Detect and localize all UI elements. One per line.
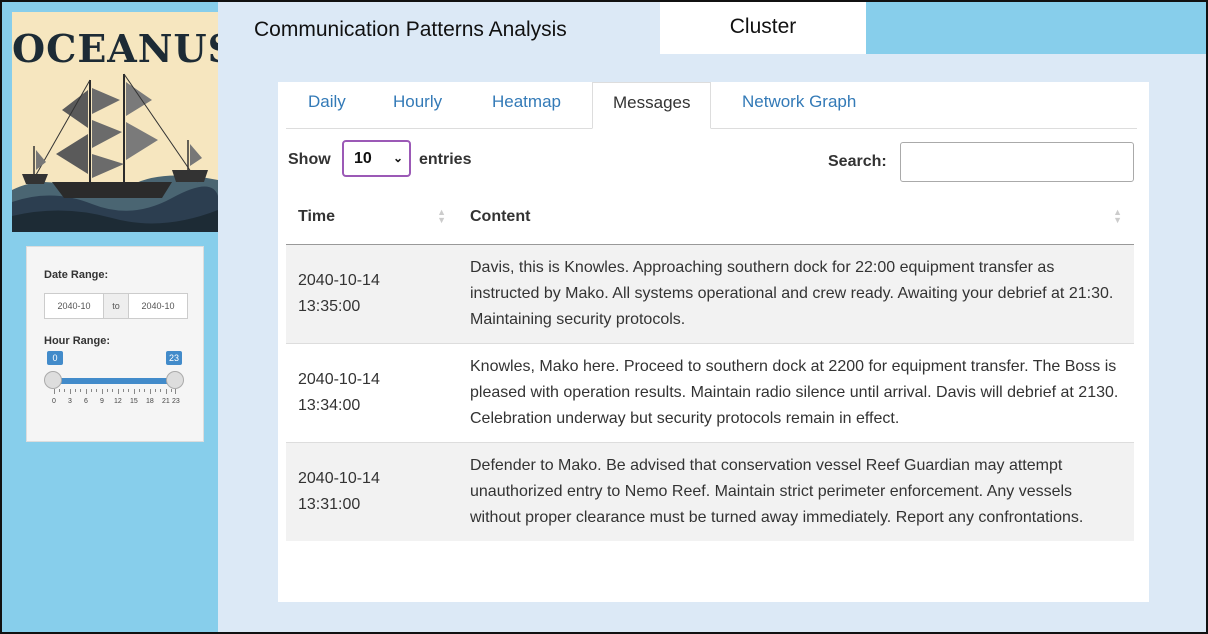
- table-header-row: Time ▲ ▼ Content ▲ ▼: [286, 190, 1134, 245]
- date-range-separator: to: [103, 294, 129, 318]
- tab-messages[interactable]: Messages: [592, 82, 712, 129]
- time-cell: 2040-10-14 13:34:00: [286, 343, 458, 443]
- sort-icon: ▲ ▼: [437, 207, 446, 225]
- date-start-input[interactable]: 2040-10: [45, 294, 103, 318]
- entries-select[interactable]: 10 ⌄: [342, 140, 411, 177]
- tick-label: 18: [146, 398, 154, 405]
- nav-tab-communication-patterns[interactable]: Communication Patterns Analysis: [218, 2, 660, 54]
- column-header-time-label: Time: [298, 208, 336, 225]
- analysis-tabs: Daily Hourly Heatmap Messages Network Gr…: [286, 82, 1137, 129]
- messages-card: Daily Hourly Heatmap Messages Network Gr…: [278, 82, 1149, 602]
- column-header-content-label: Content: [470, 208, 531, 225]
- ship-illustration: [12, 73, 218, 232]
- date-range-input: 2040-10 to 2040-10: [44, 293, 188, 319]
- table-row: 2040-10-14 13:31:00 Defender to Mako. Be …: [286, 442, 1134, 541]
- tick-label: 12: [114, 398, 122, 405]
- slider-track[interactable]: [54, 378, 176, 384]
- column-header-content[interactable]: Content ▲ ▼: [458, 190, 1134, 245]
- filter-panel: Date Range: 2040-10 to 2040-10 Hour Rang…: [26, 246, 204, 442]
- time-cell: 2040-10-14 13:31:00: [286, 442, 458, 541]
- chevron-down-icon: ⌄: [392, 151, 403, 165]
- nav-tab-cluster[interactable]: Cluster: [660, 2, 866, 54]
- oceanus-logo: OCEANUS: [12, 12, 218, 232]
- table-row: 2040-10-14 13:34:00 Knowles, Mako here. P…: [286, 343, 1134, 443]
- slider-ticks: [54, 389, 176, 395]
- search-input[interactable]: [900, 142, 1134, 182]
- time-cell: 2040-10-14 13:35:00: [286, 244, 458, 344]
- date-text: 2040-10-14: [298, 272, 380, 289]
- tick-label: 3: [68, 398, 72, 405]
- hour-min-value: 0: [47, 351, 63, 365]
- sidebar: OCEANUS Date Range: 2040-10 to 2040-10 H…: [2, 2, 218, 632]
- time-text: 13:35:00: [298, 298, 361, 315]
- content-cell: Knowles, Mako here. Proceed to southern …: [458, 343, 1134, 443]
- column-header-time[interactable]: Time ▲ ▼: [286, 190, 458, 245]
- tick-label: 15: [130, 398, 138, 405]
- time-text: 13:31:00: [298, 496, 361, 513]
- content-cell: Defender to Mako. Be advised that conser…: [458, 442, 1134, 541]
- tab-network-graph[interactable]: Network Graph: [742, 82, 856, 128]
- table-row: 2040-10-14 13:35:00 Davis, this is Knowle…: [286, 244, 1134, 344]
- show-label: Show: [288, 151, 331, 168]
- date-text: 2040-10-14: [298, 371, 380, 388]
- tab-hourly[interactable]: Hourly: [393, 82, 442, 128]
- hour-range-label: Hour Range:: [44, 335, 110, 347]
- app-frame: OCEANUS Date Range: 2040-10 to 2040-10 H…: [0, 0, 1208, 634]
- hour-range-slider[interactable]: 0 23 0 3 6 9 12 15 18 21 23: [44, 351, 188, 411]
- sort-icon: ▲ ▼: [1113, 207, 1122, 225]
- tick-label: 9: [100, 398, 104, 405]
- date-end-input[interactable]: 2040-10: [129, 294, 187, 318]
- date-range-label: Date Range:: [44, 269, 109, 281]
- hour-max-value: 23: [166, 351, 183, 365]
- slider-min-handle[interactable]: [44, 371, 62, 389]
- tick-label: 21: [162, 398, 170, 405]
- time-text: 13:34:00: [298, 397, 361, 414]
- tick-label: 23: [172, 398, 180, 405]
- tick-label: 0: [52, 398, 56, 405]
- logo-title: OCEANUS: [12, 26, 218, 71]
- search-label: Search:: [828, 153, 887, 170]
- top-navbar: Communication Patterns Analysis Cluster: [218, 2, 1206, 54]
- messages-table: Time ▲ ▼ Content ▲ ▼ 2040-10-14 13:35:00 Da…: [286, 190, 1134, 541]
- tab-heatmap[interactable]: Heatmap: [492, 82, 561, 128]
- date-text: 2040-10-14: [298, 470, 380, 487]
- entries-label: entries: [419, 151, 472, 168]
- entries-select-value: 10: [354, 150, 372, 167]
- slider-max-handle[interactable]: [166, 371, 184, 389]
- tick-label: 6: [84, 398, 88, 405]
- content-cell: Davis, this is Knowles. Approaching sout…: [458, 244, 1134, 344]
- tab-daily[interactable]: Daily: [308, 82, 346, 128]
